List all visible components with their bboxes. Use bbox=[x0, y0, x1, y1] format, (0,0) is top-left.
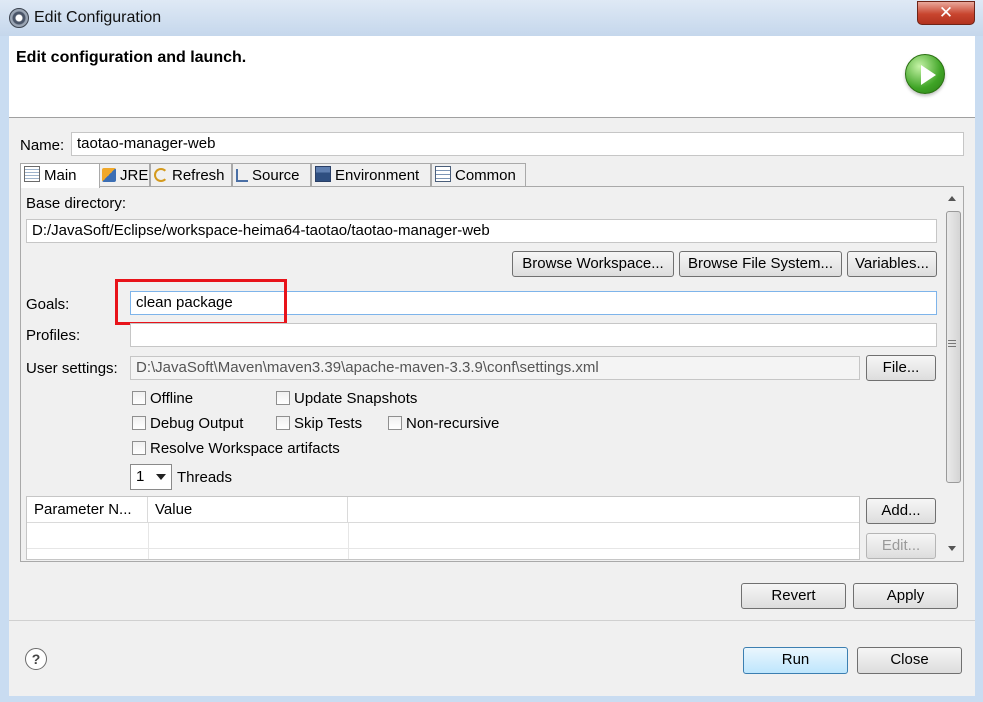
tab-environment-label: Environment bbox=[335, 167, 420, 184]
parameters-table[interactable]: Parameter N... Value bbox=[26, 496, 860, 560]
help-icon[interactable]: ? bbox=[25, 648, 47, 670]
jre-icon bbox=[102, 168, 116, 182]
tab-main[interactable]: Main bbox=[20, 163, 100, 188]
apply-button[interactable]: Apply bbox=[853, 583, 958, 609]
user-settings-label: User settings: bbox=[26, 360, 118, 377]
grip-icon bbox=[948, 340, 956, 341]
goals-label: Goals: bbox=[26, 296, 70, 313]
chevron-down-icon bbox=[156, 474, 166, 480]
close-button[interactable]: Close bbox=[857, 647, 962, 674]
update-snapshots-checkbox[interactable] bbox=[276, 391, 290, 405]
debug-output-label: Debug Output bbox=[150, 415, 244, 432]
user-settings-input[interactable]: D:\JavaSoft\Maven\maven3.39\apache-maven… bbox=[130, 356, 860, 380]
file-button[interactable]: File... bbox=[866, 355, 936, 381]
tab-jre[interactable]: JRE bbox=[98, 163, 150, 187]
scroll-up-icon[interactable] bbox=[948, 196, 956, 201]
column-header-value[interactable]: Value bbox=[148, 497, 348, 523]
resolve-workspace-label: Resolve Workspace artifacts bbox=[150, 440, 340, 457]
name-label: Name: bbox=[20, 137, 65, 154]
debug-output-checkbox[interactable] bbox=[132, 416, 146, 430]
table-col-divider bbox=[148, 523, 149, 559]
skip-tests-checkbox[interactable] bbox=[276, 416, 290, 430]
tab-refresh-label: Refresh bbox=[172, 167, 225, 184]
tab-common[interactable]: Common bbox=[431, 163, 526, 187]
add-button[interactable]: Add... bbox=[866, 498, 936, 524]
skip-tests-label: Skip Tests bbox=[294, 415, 363, 432]
tab-source-label: Source bbox=[252, 167, 300, 184]
threads-value: 1 bbox=[136, 468, 145, 485]
variables-button[interactable]: Variables... bbox=[847, 251, 937, 277]
offline-checkbox[interactable] bbox=[132, 391, 146, 405]
refresh-icon bbox=[154, 168, 168, 182]
browse-workspace-button[interactable]: Browse Workspace... bbox=[512, 251, 674, 277]
tab-common-label: Common bbox=[455, 167, 516, 184]
source-icon bbox=[236, 169, 248, 182]
base-directory-label: Base directory: bbox=[26, 195, 127, 212]
update-snapshots-label: Update Snapshots bbox=[294, 390, 418, 407]
browse-file-system-button[interactable]: Browse File System... bbox=[679, 251, 842, 277]
run-button[interactable]: Run bbox=[743, 647, 848, 674]
eclipse-app-icon bbox=[9, 8, 29, 28]
revert-button[interactable]: Revert bbox=[741, 583, 846, 609]
column-header-filler bbox=[348, 497, 859, 523]
common-icon bbox=[435, 166, 451, 182]
table-col-divider bbox=[348, 523, 349, 559]
scroll-down-icon[interactable] bbox=[948, 546, 956, 551]
window-title: Edit Configuration bbox=[34, 9, 162, 26]
non-recursive-checkbox[interactable] bbox=[388, 416, 402, 430]
name-input[interactable]: taotao-manager-web bbox=[71, 132, 964, 156]
profiles-label: Profiles: bbox=[26, 327, 81, 344]
column-header-parameter[interactable]: Parameter N... bbox=[27, 497, 148, 523]
goals-highlight-box bbox=[115, 279, 287, 325]
threads-label: Threads bbox=[177, 469, 233, 486]
threads-select[interactable]: 1 bbox=[130, 464, 172, 490]
table-row-divider bbox=[27, 548, 859, 549]
main-tab-icon bbox=[24, 166, 40, 182]
footer-separator bbox=[9, 620, 975, 621]
base-directory-input[interactable]: D:/JavaSoft/Eclipse/workspace-heima64-ta… bbox=[26, 219, 937, 243]
offline-label: Offline bbox=[150, 390, 194, 407]
environment-icon bbox=[315, 166, 331, 182]
resolve-workspace-checkbox[interactable] bbox=[132, 441, 146, 455]
tab-jre-label: JRE bbox=[120, 167, 149, 184]
tab-source[interactable]: Source bbox=[232, 163, 311, 187]
edit-button[interactable]: Edit... bbox=[866, 533, 936, 559]
non-recursive-label: Non-recursive bbox=[406, 415, 500, 432]
header-title: Edit configuration and launch. bbox=[16, 49, 247, 66]
tab-main-label: Main bbox=[44, 167, 77, 184]
run-icon bbox=[905, 54, 945, 94]
window-close-button[interactable]: ✕ bbox=[917, 1, 975, 25]
tab-environment[interactable]: Environment bbox=[311, 163, 431, 187]
scrollbar-thumb[interactable] bbox=[946, 211, 961, 483]
profiles-input[interactable] bbox=[130, 323, 937, 347]
tab-refresh[interactable]: Refresh bbox=[150, 163, 232, 187]
